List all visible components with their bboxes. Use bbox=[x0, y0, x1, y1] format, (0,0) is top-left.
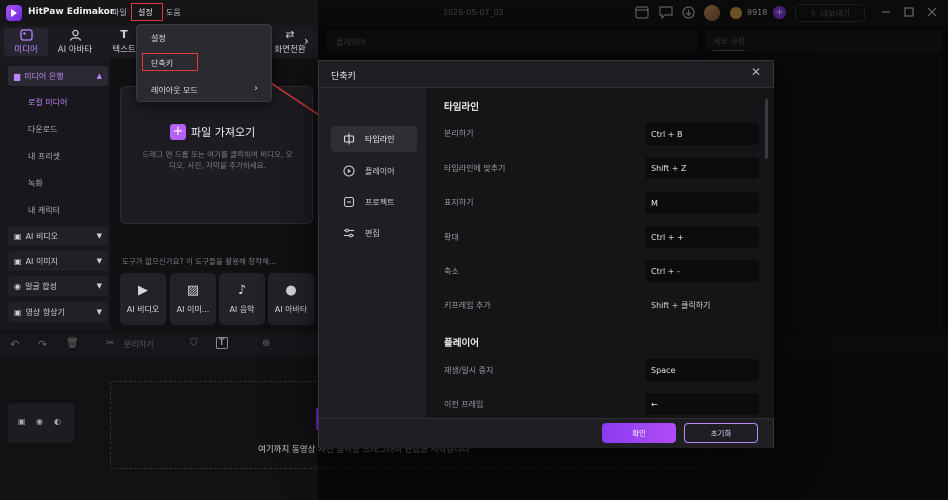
dialog-title: 단축키 bbox=[331, 72, 356, 82]
shortcut-key-field[interactable]: Shift + Z bbox=[645, 157, 759, 179]
shortcuts-content: 타임라인 분리하기 Ctrl + B 타임라인에 맞추기 Shift + Z 표… bbox=[426, 88, 774, 418]
dialog-footer: 확인 초기화 bbox=[319, 418, 773, 448]
scrollbar-thumb[interactable] bbox=[765, 99, 768, 159]
nav-item-label: 플레이어 bbox=[365, 166, 395, 176]
shortcut-label: 키프레임 추가 bbox=[444, 301, 491, 310]
sliders-icon bbox=[344, 228, 354, 238]
shortcut-label: 확대 bbox=[444, 233, 459, 242]
shortcut-key-field[interactable]: Ctrl + B bbox=[645, 123, 759, 145]
shortcuts-dialog: 단축키 ✕ 타임라인 플레이어 프로젝트 편집 타임라인 분리하기 Ctrl +… bbox=[318, 60, 774, 448]
menu-item-layout-mode[interactable]: 레이아웃 모드 bbox=[151, 85, 198, 96]
app-window: HitPaw Edimakor 파일 설정 도움 2026-05-07_02 9… bbox=[0, 0, 948, 500]
nav-item-project[interactable]: 프로젝트 bbox=[331, 189, 417, 215]
section-title-player: 플레이어 bbox=[444, 338, 479, 349]
reset-button[interactable]: 초기화 bbox=[684, 423, 758, 443]
nav-item-edit[interactable]: 편집 bbox=[331, 220, 417, 246]
shortcut-label: 표지하기 bbox=[444, 198, 474, 207]
shortcut-label: 타임라인에 맞추기 bbox=[444, 164, 506, 173]
shortcut-key-text: Shift + 클릭하기 bbox=[651, 301, 711, 310]
dialog-nav: 타임라인 플레이어 프로젝트 편집 bbox=[319, 88, 425, 418]
chevron-right-icon: › bbox=[254, 83, 258, 94]
play-circle-icon bbox=[343, 165, 355, 177]
nav-item-label: 타임라인 bbox=[365, 134, 395, 144]
shortcut-key-field[interactable]: Ctrl + - bbox=[645, 260, 759, 282]
nav-item-player[interactable]: 플레이어 bbox=[331, 158, 417, 184]
shortcut-key-field[interactable]: M bbox=[645, 192, 759, 214]
shortcuts-highlight-box bbox=[142, 53, 198, 71]
nav-item-timeline[interactable]: 타임라인 bbox=[331, 126, 417, 152]
shortcut-label: 분리하기 bbox=[444, 129, 474, 138]
menu-item-settings[interactable]: 설정 bbox=[151, 33, 166, 44]
shortcut-label: 이전 프레임 bbox=[444, 400, 484, 409]
shortcut-key-field[interactable]: Space bbox=[645, 359, 759, 381]
shortcut-key-field[interactable]: Ctrl + + bbox=[645, 226, 759, 248]
timeline-icon bbox=[343, 133, 355, 145]
shortcut-label: 축소 bbox=[444, 267, 459, 276]
close-icon[interactable]: ✕ bbox=[751, 65, 761, 79]
confirm-button[interactable]: 확인 bbox=[602, 423, 676, 443]
settings-dropdown: 설정 단축키 레이아웃 모드 › bbox=[136, 24, 272, 102]
project-icon bbox=[343, 196, 355, 208]
nav-item-label: 편집 bbox=[365, 228, 380, 238]
shortcut-label: 재생/일시 중지 bbox=[444, 366, 494, 375]
section-title-timeline: 타임라인 bbox=[444, 102, 479, 113]
shortcut-key-field[interactable]: ← bbox=[645, 393, 759, 415]
nav-item-label: 프로젝트 bbox=[365, 197, 395, 207]
